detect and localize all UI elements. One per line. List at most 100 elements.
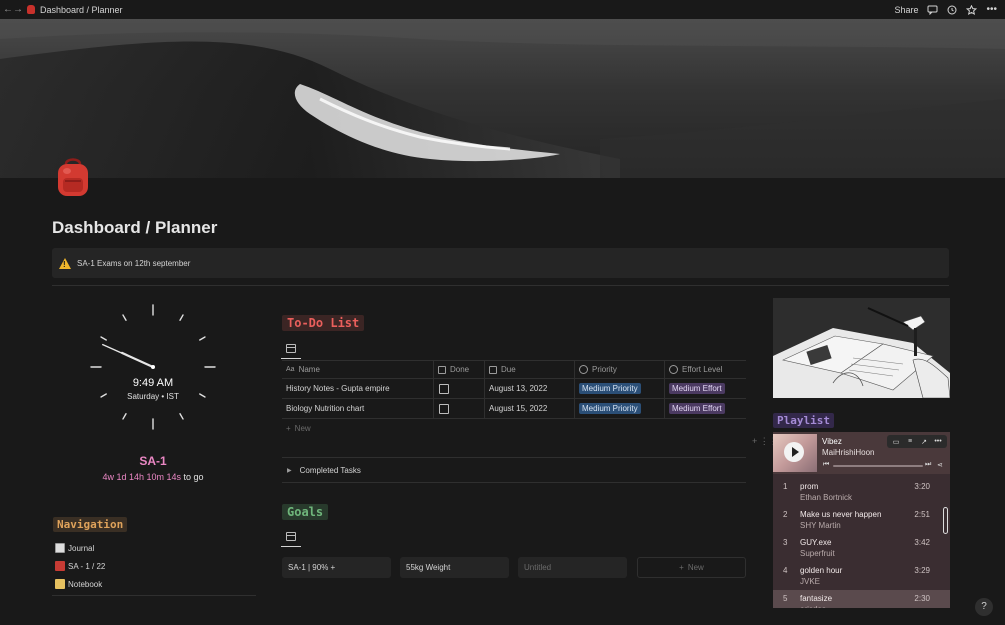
gallery-view-tab[interactable] (281, 530, 301, 547)
todo-heading: To-Do List (282, 315, 365, 331)
nav-item-label: SA - 1 / 22 (68, 561, 106, 571)
clock-history-icon[interactable] (947, 5, 957, 15)
divider (52, 595, 256, 596)
navigation-heading: Navigation (53, 517, 128, 532)
track-row[interactable]: 4 golden hour JVKE 3:29 (773, 562, 950, 590)
breadcrumb-label: Dashboard / Planner (40, 4, 123, 15)
star-icon[interactable] (966, 4, 978, 15)
checkbox-property-icon (438, 365, 446, 374)
text-property-icon: Aa (286, 366, 295, 373)
help-button[interactable]: ? (975, 598, 993, 616)
done-checkbox[interactable] (439, 383, 449, 394)
column-done[interactable]: Done (434, 361, 485, 378)
share-button[interactable]: Share (894, 5, 918, 15)
track-row[interactable]: 3 GUY.exe Superfruit 3:42 (773, 534, 950, 562)
nav-item-notebook[interactable]: Notebook (55, 579, 102, 589)
plus-icon: + (679, 563, 684, 572)
nav-item-label: Notebook (68, 579, 103, 589)
clock-tick (100, 336, 107, 341)
priority-tag[interactable]: Medium Priority (579, 383, 641, 394)
table-header: Aa Name Done Due Priority Effort Level (282, 360, 746, 379)
countdown-remaining: 4w 1d 14h 10m 14s to go (56, 472, 250, 482)
goal-card[interactable]: 55kg Weight (400, 557, 509, 578)
new-goal-button[interactable]: + New (637, 557, 746, 578)
minute-hand (102, 343, 154, 368)
table-row[interactable]: History Notes - Gupta empire August 13, … (282, 379, 746, 399)
warning-icon: ! (59, 257, 71, 269)
now-playing-artist[interactable]: MaiHrishiHoon (822, 448, 874, 457)
table-view-tab[interactable] (281, 342, 301, 359)
open-external-icon[interactable]: ↗ (918, 438, 930, 446)
block-toolbar: ▭ ≡ ↗ ••• (887, 435, 947, 448)
arrow-right-icon[interactable]: → (13, 4, 23, 15)
new-row-button[interactable]: + New (282, 419, 746, 437)
analog-clock (90, 304, 216, 430)
select-property-icon (669, 365, 678, 374)
breadcrumb[interactable]: Dashboard / Planner (27, 5, 123, 15)
countdown-value: 4w 1d 14h 10m 14s (102, 472, 181, 482)
scrollbar[interactable] (943, 507, 948, 534)
priority-tag[interactable]: Medium Priority (579, 403, 641, 414)
backpack-icon[interactable] (53, 156, 93, 198)
plus-icon: + (286, 423, 291, 433)
effort-tag[interactable]: Medium Effort (669, 403, 725, 414)
track-row[interactable]: 2 Make us never happen SHY Martin 2:51 (773, 506, 950, 534)
goals-heading: Goals (282, 504, 329, 520)
cover-image (0, 19, 1005, 178)
playlist-heading: Playlist (773, 413, 834, 428)
clock-tick (199, 336, 206, 341)
due-date[interactable]: August 15, 2022 (485, 399, 575, 418)
next-icon[interactable]: ⏭ (925, 461, 931, 469)
nav-item-label: Journal (68, 543, 95, 553)
effort-tag[interactable]: Medium Effort (669, 383, 725, 394)
progress-bar[interactable] (833, 465, 923, 467)
now-playing-title: Vibez (822, 437, 842, 446)
task-name[interactable]: History Notes - Gupta empire (282, 379, 434, 398)
more-dots-icon[interactable]: ••• (986, 4, 997, 15)
table-icon (286, 344, 296, 353)
more-dots-icon[interactable]: ••• (932, 438, 944, 445)
comment-icon[interactable]: ▭ (890, 438, 902, 446)
previous-icon[interactable]: ⏮ (823, 461, 829, 469)
completed-tasks-toggle[interactable]: ▶ Completed Tasks (282, 457, 746, 483)
play-icon[interactable] (784, 442, 804, 462)
player-controls: ⏮ ⏭ ⋖ (823, 461, 945, 471)
backpack-icon (27, 5, 35, 14)
notebook-icon (55, 579, 65, 589)
page-title[interactable]: Dashboard / Planner (52, 218, 217, 238)
todo-table: Aa Name Done Due Priority Effort Level Hi… (282, 360, 746, 437)
table-row[interactable]: Biology Nutrition chart August 15, 2022 … (282, 399, 746, 419)
countdown-title: SA-1 (139, 454, 167, 468)
track-row[interactable]: 5 fantasize ericdoa 2:30 (773, 590, 950, 608)
comment-icon[interactable] (927, 5, 938, 15)
due-date[interactable]: August 13, 2022 (485, 379, 575, 398)
callout-text: SA-1 Exams on 12th september (77, 258, 191, 268)
column-name[interactable]: Aa Name (282, 361, 434, 378)
share-icon[interactable]: ⋖ (937, 461, 943, 469)
callout[interactable]: ! SA-1 Exams on 12th september (52, 248, 949, 278)
task-name[interactable]: Biology Nutrition chart (282, 399, 434, 418)
select-property-icon (579, 365, 588, 374)
track-row[interactable]: 1 prom Ethan Bortnick 3:20 (773, 478, 950, 506)
column-due[interactable]: Due (485, 361, 575, 378)
journal-icon (55, 543, 65, 553)
column-effort[interactable]: Effort Level (665, 361, 746, 378)
goal-card[interactable]: SA-1 | 90% + (282, 557, 391, 578)
nav-item-sa1[interactable]: SA - 1 / 22 (55, 561, 105, 571)
done-checkbox[interactable] (439, 403, 449, 414)
caption-icon[interactable]: ≡ (904, 438, 916, 445)
book-icon (55, 561, 65, 571)
clock-tick (179, 413, 184, 420)
nav-item-journal[interactable]: Journal (55, 543, 94, 553)
divider (52, 285, 949, 286)
arrow-left-icon[interactable]: ← (3, 4, 13, 15)
table-icon (286, 532, 296, 541)
goal-card[interactable]: Untitled (518, 557, 627, 578)
clock-time: 9:49 AM (132, 377, 174, 389)
clock-tick (179, 314, 184, 321)
column-priority[interactable]: Priority (575, 361, 665, 378)
top-bar: ← → Dashboard / Planner Share ••• (0, 0, 1005, 19)
now-playing: Vibez MaiHrishiHoon ▭ ≡ ↗ ••• ⏮ ⏭ ⋖ (773, 432, 950, 474)
countdown-suffix: to go (183, 472, 204, 482)
caret-right-icon: ▶ (287, 467, 292, 474)
